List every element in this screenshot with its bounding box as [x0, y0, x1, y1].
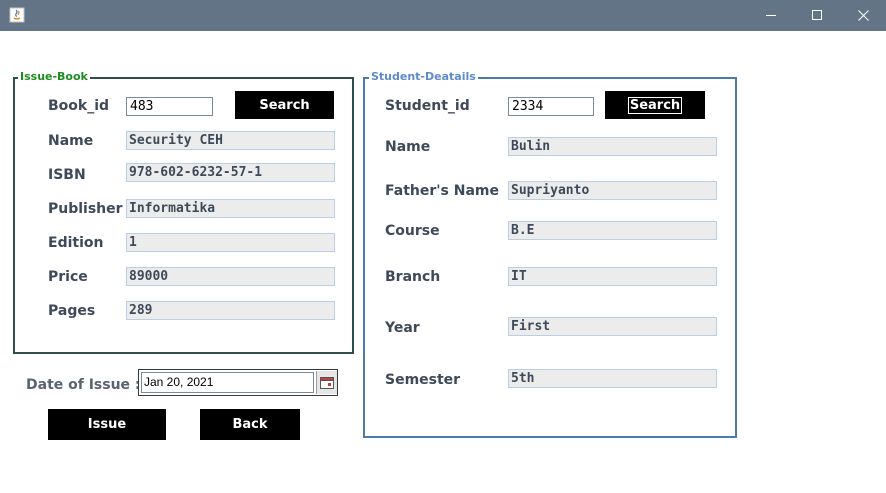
minimize-button[interactable]	[748, 0, 794, 31]
course-field: B.E	[508, 221, 717, 240]
close-icon	[857, 10, 869, 21]
semester-field: 5th	[508, 369, 717, 388]
isbn-field: 978-602-6232-57-1	[126, 163, 335, 182]
back-label: Back	[232, 417, 268, 432]
publisher-field: Informatika	[126, 199, 335, 218]
java-icon	[9, 7, 25, 23]
date-picker-button[interactable]	[316, 371, 337, 394]
branch-field: IT	[508, 267, 717, 286]
price-label: Price	[48, 269, 88, 285]
branch-label: Branch	[385, 269, 441, 285]
edition-field: 1	[126, 233, 335, 252]
student-details-title: Student-Deatails	[369, 70, 478, 84]
book-id-label: Book_id	[48, 98, 110, 114]
book-name-field: Security CEH	[126, 131, 335, 150]
year-field: First	[508, 317, 717, 336]
student-name-field: Bulin	[508, 137, 717, 156]
issue-book-title: Issue-Book	[18, 70, 90, 84]
father-name-field: Supriyanto	[508, 181, 717, 200]
date-of-issue-label: Date of Issue :	[26, 377, 141, 393]
student-name-label: Name	[385, 139, 431, 155]
calendar-icon	[320, 376, 334, 389]
isbn-label: ISBN	[48, 167, 86, 183]
pages-field: 289	[126, 301, 335, 320]
issue-label: Issue	[87, 417, 127, 432]
price-field: 89000	[126, 267, 335, 286]
student-id-input[interactable]: 2334	[508, 97, 594, 116]
date-chooser: Jan 20, 2021	[138, 369, 338, 396]
title-bar	[0, 0, 886, 31]
student-id-label: Student_id	[385, 98, 470, 114]
book-name-label: Name	[48, 133, 94, 149]
maximize-icon	[811, 10, 822, 20]
date-input[interactable]: Jan 20, 2021	[141, 372, 314, 393]
father-name-label: Father's Name	[385, 183, 499, 199]
maximize-button[interactable]	[794, 0, 840, 31]
close-button[interactable]	[840, 0, 886, 31]
year-label: Year	[385, 320, 420, 336]
book-search-button[interactable]: Search	[235, 91, 334, 119]
student-search-button[interactable]: Search	[605, 91, 705, 119]
student-search-label: Search	[627, 96, 683, 114]
edition-label: Edition	[48, 235, 104, 251]
course-label: Course	[385, 223, 440, 239]
semester-label: Semester	[385, 372, 461, 388]
book-id-input[interactable]: 483	[126, 97, 213, 116]
back-button[interactable]: Back	[200, 409, 300, 440]
book-search-label: Search	[259, 97, 310, 113]
pages-label: Pages	[48, 303, 96, 319]
minimize-icon	[765, 15, 776, 16]
publisher-label: Publisher	[48, 201, 123, 217]
issue-button[interactable]: Issue	[48, 409, 166, 440]
